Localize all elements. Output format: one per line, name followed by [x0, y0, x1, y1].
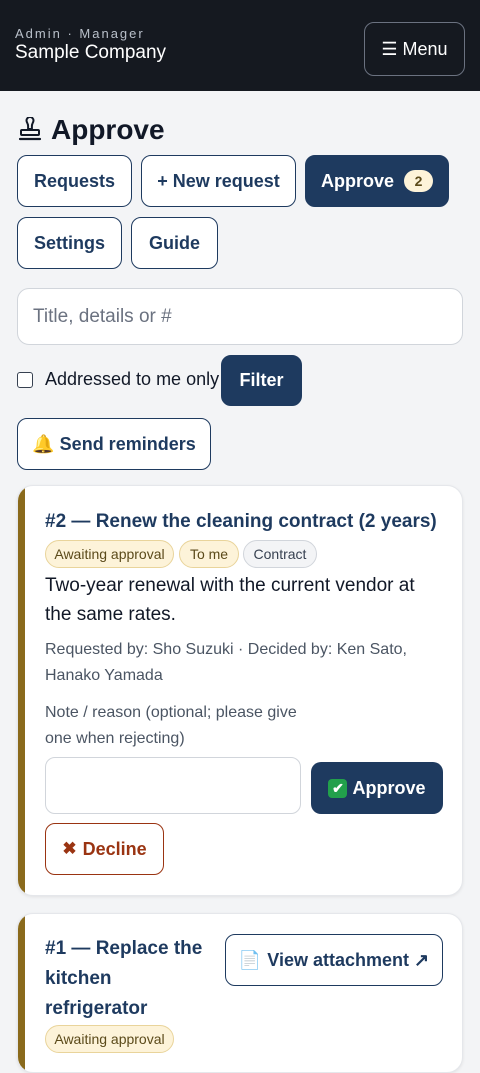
request-card: #2 — Renew the cleaning contract (2 year…	[17, 485, 463, 896]
user-role: Admin · Manager	[15, 26, 145, 41]
request-title[interactable]: #2 — Renew the cleaning contract (2 year…	[45, 507, 437, 537]
note-label: Note / reason (optional; please give one…	[45, 704, 297, 747]
page-title-text: Approve	[51, 114, 165, 145]
new-request-button[interactable]: + New request	[141, 155, 296, 207]
request-card: #1 — Replace the kitchen refrigerator 📄 …	[17, 913, 463, 1073]
requests-button[interactable]: Requests	[17, 155, 132, 207]
send-reminders-button[interactable]: 🔔 Send reminders	[17, 418, 211, 470]
category-badge: Contract	[243, 540, 317, 568]
approve-tab-label: Approve	[320, 170, 394, 191]
approve-button-label: Approve	[352, 777, 426, 798]
approve-tab-button[interactable]: Approve 2	[305, 155, 449, 207]
approve-count-badge: 2	[404, 170, 433, 192]
view-attachment-button[interactable]: 📄 View attachment ↗	[225, 934, 443, 986]
request-description: Two-year renewal with the current vendor…	[45, 575, 415, 625]
cross-icon: ✖	[62, 839, 77, 858]
status-accent-bar	[18, 914, 25, 1072]
addressed-to-me-label[interactable]: Addressed to me only	[45, 369, 219, 390]
page-title: Approve	[18, 112, 165, 148]
company-name: Sample Company	[15, 42, 167, 63]
document-icon: 📄	[238, 949, 262, 970]
stamp-icon	[18, 117, 42, 141]
guide-button[interactable]: Guide	[131, 217, 218, 269]
menu-button[interactable]: ☰ Menu	[364, 22, 465, 76]
decline-button-label: Decline	[82, 838, 147, 859]
top-bar: Admin · Manager Sample Company ☰ Menu	[0, 0, 480, 91]
view-attachment-label: View attachment ↗	[267, 949, 430, 970]
status-badge: Awaiting approval	[45, 540, 174, 568]
request-meta: Requested by: Sho Suzuki · Decided by: K…	[45, 641, 407, 684]
status-accent-bar	[18, 486, 25, 895]
filter-button[interactable]: Filter	[221, 355, 302, 406]
note-input[interactable]	[45, 757, 301, 814]
status-badge: Awaiting approval	[45, 1025, 174, 1053]
request-title[interactable]: #1 — Replace the kitchen refrigerator	[45, 934, 215, 1024]
settings-button[interactable]: Settings	[17, 217, 122, 269]
assignee-badge: To me	[179, 540, 239, 568]
search-input[interactable]	[17, 288, 463, 345]
addressed-to-me-checkbox[interactable]	[17, 372, 33, 388]
decline-button[interactable]: ✖ Decline	[45, 823, 164, 875]
check-mark-icon: ✔	[328, 778, 348, 798]
approve-button[interactable]: ✔ Approve	[311, 762, 443, 814]
